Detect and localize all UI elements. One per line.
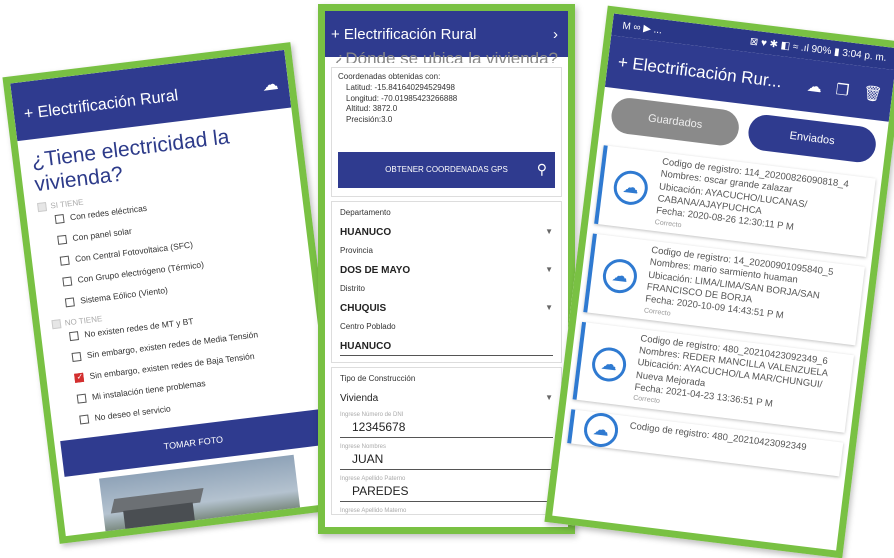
coords-block: Coordenadas obtenidas con: Latitud: -15.… (332, 68, 561, 130)
phone-location-form: + Electrificación Rural › ¿Dónde se ubic… (318, 4, 575, 534)
altitude: Altitud: 3872.0 (346, 104, 398, 114)
nombres-label: Ingrese Nombres (340, 443, 387, 450)
latitude: Latitud: -15.841640294529498 (346, 82, 455, 92)
location-pin-icon: ⚲ (536, 160, 547, 177)
distrito-select[interactable]: CHUQUIS ▼ (340, 303, 553, 314)
checkbox[interactable] (79, 413, 90, 425)
copy-icon[interactable]: ❐ (835, 80, 851, 100)
precision: Precisión:3.0 (346, 115, 393, 125)
cloud-upload-icon[interactable]: ☁ (261, 74, 279, 96)
checkbox[interactable] (54, 213, 65, 224)
cloud-icon: ☁ (582, 411, 620, 450)
centro-field[interactable]: HUANUCO (340, 341, 553, 356)
photo-house (123, 502, 198, 544)
app-title: + Electrificación Rur... (616, 52, 783, 92)
toolbar-icons: ☁ ❐ 🗑 (806, 77, 883, 104)
distrito-label: Distrito (340, 283, 365, 293)
get-gps-button[interactable]: OBTENER COORDENADAS GPS ⚲ (338, 151, 555, 188)
delete-icon[interactable]: 🗑 (862, 83, 883, 103)
centro-label: Centro Poblado (340, 321, 396, 331)
checkbox[interactable] (51, 319, 62, 330)
cloud-icon: ☁ (590, 345, 629, 384)
dni-field[interactable]: 12345678 (340, 420, 553, 438)
checkbox[interactable] (57, 234, 68, 245)
checkbox[interactable] (76, 393, 87, 404)
checkbox-checked[interactable] (74, 372, 85, 383)
owner-card: Tipo de Construcción Vivienda ▼ Ingrese N… (331, 366, 562, 515)
tipo-select[interactable]: Vivienda ▼ (340, 393, 553, 404)
app-title: + Electrificación Rural (331, 25, 477, 43)
dropdown-arrow-icon: ▼ (545, 392, 553, 402)
provincia-select[interactable]: DOS DE MAYO ▼ (340, 265, 553, 276)
phone-records-list: M ∞ ▶ ... ⊠ ♥ ✱ ◧ ≈ .ıl 90% ▮ 3:04 p. m.… (544, 5, 894, 558)
tab-guardados[interactable]: Guardados (609, 96, 741, 148)
phone-electricity-form: + Electrificación Rural ☁ ¿Tiene electri… (2, 42, 348, 544)
departamento-select[interactable]: HUANUCO ▼ (340, 227, 553, 238)
departamento-label: Departamento (340, 207, 391, 217)
checkbox[interactable] (37, 202, 48, 213)
checkbox[interactable] (71, 351, 82, 362)
chevron-right-icon[interactable]: › (553, 26, 558, 43)
cloud-icon: ☁ (611, 169, 650, 208)
paterno-field[interactable]: PAREDES (340, 484, 553, 502)
checkbox[interactable] (62, 276, 73, 287)
location-card: Departamento HUANUCO ▼ Provincia DOS DE M… (331, 200, 562, 363)
app-title: + Electrificación Rural (23, 87, 180, 123)
dni-label: Ingrese Número de DNI (340, 411, 404, 418)
paterno-label: Ingrese Apellido Paterno (340, 475, 406, 482)
dropdown-arrow-icon: ▼ (545, 226, 553, 236)
tipo-label: Tipo de Construcción (340, 373, 416, 383)
section-title-partial: ¿Dónde se ubica la vivienda? (334, 49, 559, 63)
cloud-upload-icon[interactable]: ☁ (806, 77, 823, 97)
tab-enviados[interactable]: Enviados (746, 112, 878, 165)
nombres-field[interactable]: JUAN (340, 452, 553, 470)
dropdown-arrow-icon: ▼ (545, 264, 553, 274)
materno-label: Ingrese Apellido Materno (340, 507, 407, 514)
checkbox[interactable] (64, 296, 75, 307)
provincia-label: Provincia (340, 245, 373, 255)
cloud-icon: ☁ (600, 257, 639, 296)
coords-card: Coordenadas obtenidas con: Latitud: -15.… (331, 67, 562, 197)
dropdown-arrow-icon: ▼ (545, 302, 553, 312)
checkbox[interactable] (59, 255, 70, 266)
checkbox[interactable] (68, 330, 79, 341)
longitude: Longitud: -70.01985423266888 (346, 93, 458, 103)
